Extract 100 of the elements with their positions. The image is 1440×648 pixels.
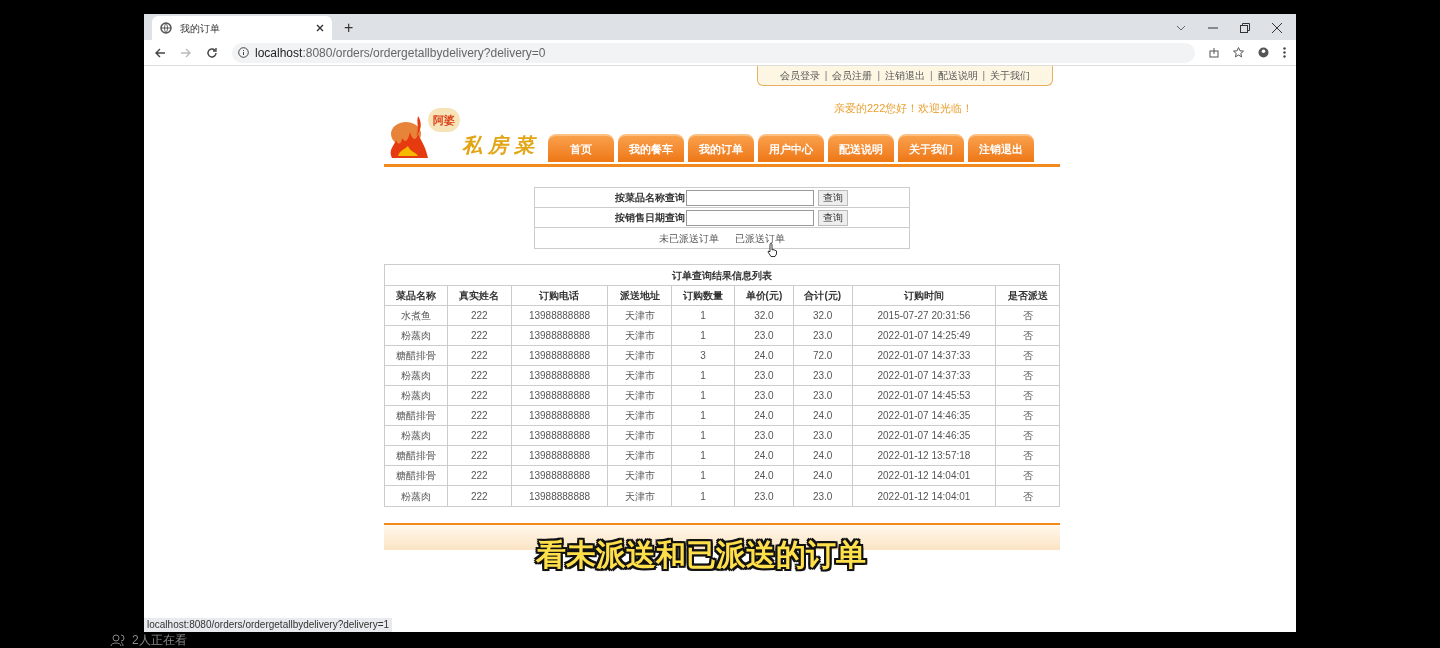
table-cell: 222 — [447, 486, 512, 506]
filter-link[interactable]: 已派送订单 — [735, 230, 785, 246]
table-cell: 天津市 — [608, 406, 673, 426]
table-cell: 1 — [672, 326, 735, 346]
separator-text: | — [877, 69, 880, 83]
share-icon[interactable] — [1209, 47, 1219, 58]
search-button[interactable]: 查询 — [818, 189, 848, 206]
table-cell: 222 — [447, 466, 512, 486]
close-icon[interactable] — [1272, 23, 1282, 33]
table-cell: 72.0 — [793, 346, 853, 366]
logo-title: 私房菜 — [462, 132, 540, 159]
table-cell: 13988888888 — [511, 326, 609, 346]
table-cell: 24.0 — [793, 446, 853, 466]
status-url-tooltip: localhost:8080/orders/ordergetallbydelivery?delivery=1 — [144, 618, 393, 632]
top-link[interactable]: 会员登录 — [777, 68, 822, 83]
table-cell: 否 — [996, 346, 1059, 366]
table-cell: 粉蒸肉 — [385, 426, 448, 446]
new-tab-button[interactable]: + — [340, 18, 358, 38]
table-cell: 13988888888 — [511, 446, 609, 466]
table-cell: 23.0 — [793, 426, 853, 446]
column-header: 订购电话 — [511, 286, 609, 306]
search-button[interactable]: 查询 — [818, 209, 848, 226]
search-field[interactable] — [686, 209, 814, 226]
table-cell: 23.0 — [793, 486, 853, 506]
table-cell: 否 — [996, 366, 1059, 386]
table-cell-text: 否 — [1021, 489, 1034, 504]
top-link[interactable]: 会员注册 — [830, 68, 875, 83]
table-cell: 否 — [996, 406, 1059, 426]
table-cell: 222 — [447, 446, 512, 466]
table-cell: 否 — [996, 386, 1059, 406]
search-label: 按菜品名称查询 — [614, 191, 685, 205]
table-cell: 23.0 — [734, 486, 794, 506]
table-cell: 天津市 — [608, 446, 673, 466]
tab-title: 我的订单 — [180, 21, 221, 36]
table-cell: 2022-01-07 14:46:35 — [852, 406, 997, 426]
table-cell: 否 — [996, 426, 1059, 446]
menu-icon[interactable] — [1283, 47, 1286, 58]
info-icon — [238, 47, 249, 58]
table-cell: 天津市 — [608, 366, 673, 386]
profile-icon[interactable] — [1258, 47, 1269, 58]
column-header: 合计(元) — [793, 286, 853, 306]
top-link[interactable]: 关于我们 — [988, 68, 1033, 83]
table-cell: 2022-01-07 14:25:49 — [852, 326, 997, 346]
table-cell: 天津市 — [608, 486, 673, 506]
greeting-text: 亲爱的222您好！欢迎光临！ — [834, 101, 974, 116]
table-cell: 13988888888 — [511, 426, 609, 446]
table-cell: 13988888888 — [511, 346, 609, 366]
table-cell: 天津市 — [608, 386, 673, 406]
video-subtitle: 看未派送和已派送的订单 — [536, 537, 866, 573]
table-cell: 粉蒸肉 — [385, 366, 448, 386]
table-cell: 23.0 — [793, 386, 853, 406]
back-icon[interactable] — [154, 46, 166, 59]
table-cell: 24.0 — [734, 406, 794, 426]
search-field[interactable] — [686, 189, 814, 206]
table-cell: 32.0 — [793, 306, 853, 326]
table-cell: 222 — [447, 346, 512, 366]
top-link[interactable]: 配送说明 — [935, 68, 980, 83]
address-bar[interactable]: localhost:8080/orders/ordergetallbydelivery?delivery=0 — [232, 42, 1195, 63]
table-cell: 1 — [672, 486, 735, 506]
table-cell: 天津市 — [608, 346, 673, 366]
table-cell: 2022-01-07 14:45:53 — [852, 386, 997, 406]
viewers-icon — [110, 634, 126, 646]
table-cell: 糖醋排骨 — [385, 466, 448, 486]
column-header: 真实姓名 — [447, 286, 512, 306]
separator-text: | — [930, 69, 933, 83]
chevron-down-icon[interactable] — [1176, 25, 1186, 31]
table-cell: 23.0 — [734, 326, 794, 346]
table-cell: 13988888888 — [511, 366, 609, 386]
table-cell: 2022-01-12 14:04:01 — [852, 486, 997, 506]
table-cell: 2022-01-12 14:04:01 — [852, 466, 997, 486]
browser-tab[interactable]: 我的订单 — [152, 16, 332, 40]
table-cell: 天津市 — [608, 326, 673, 346]
viewer-count: 2人正在看 — [132, 633, 187, 647]
table-cell: 23.0 — [793, 366, 853, 386]
table-cell: 24.0 — [734, 346, 794, 366]
column-header: 单价(元) — [734, 286, 794, 306]
table-cell: 1 — [672, 466, 735, 486]
table-cell: 222 — [447, 326, 512, 346]
globe-icon — [160, 22, 172, 34]
table-cell: 24.0 — [793, 466, 853, 486]
table-cell: 水煮鱼 — [385, 306, 448, 326]
table-cell: 1 — [672, 366, 735, 386]
reload-icon[interactable] — [206, 46, 218, 59]
filter-link[interactable]: 未已派送订单 — [659, 230, 719, 246]
table-cell: 13988888888 — [511, 306, 609, 326]
table-cell: 天津市 — [608, 466, 673, 486]
table-cell: 糖醋排骨 — [385, 346, 448, 366]
star-icon[interactable] — [1233, 47, 1244, 58]
maximize-icon[interactable] — [1240, 23, 1250, 33]
close-icon[interactable] — [316, 24, 324, 32]
table-cell: 3 — [672, 346, 735, 366]
table-cell: 否 — [996, 306, 1059, 326]
top-link[interactable]: 注销退出 — [883, 68, 927, 83]
table-cell: 否 — [996, 326, 1059, 346]
table-cell: 23.0 — [734, 426, 794, 446]
url-text: localhost:8080/orders/ordergetallbydelivery?delivery=0 — [255, 44, 546, 62]
table-cell: 222 — [447, 366, 512, 386]
table-cell: 13988888888 — [511, 466, 609, 486]
table-cell: 23.0 — [734, 386, 794, 406]
table-cell: 否 — [996, 466, 1059, 486]
